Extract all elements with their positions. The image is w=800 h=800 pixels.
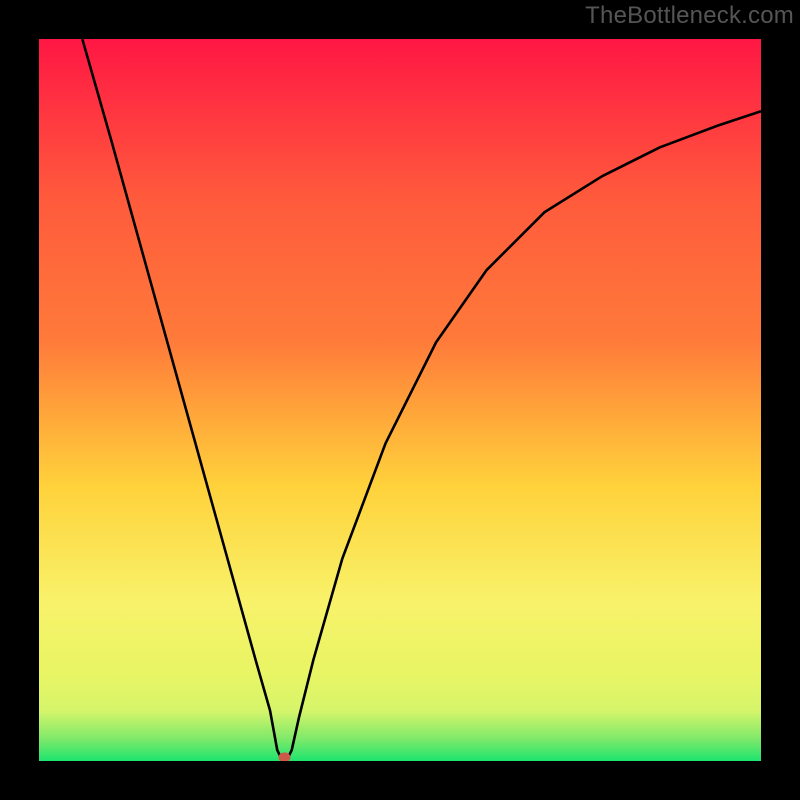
watermark-label: TheBottleneck.com [585,2,794,30]
minimum-marker [278,752,290,762]
chart-plot-area [39,39,761,761]
chart-container: TheBottleneck.com [0,0,800,800]
bottleneck-chart [0,0,800,800]
